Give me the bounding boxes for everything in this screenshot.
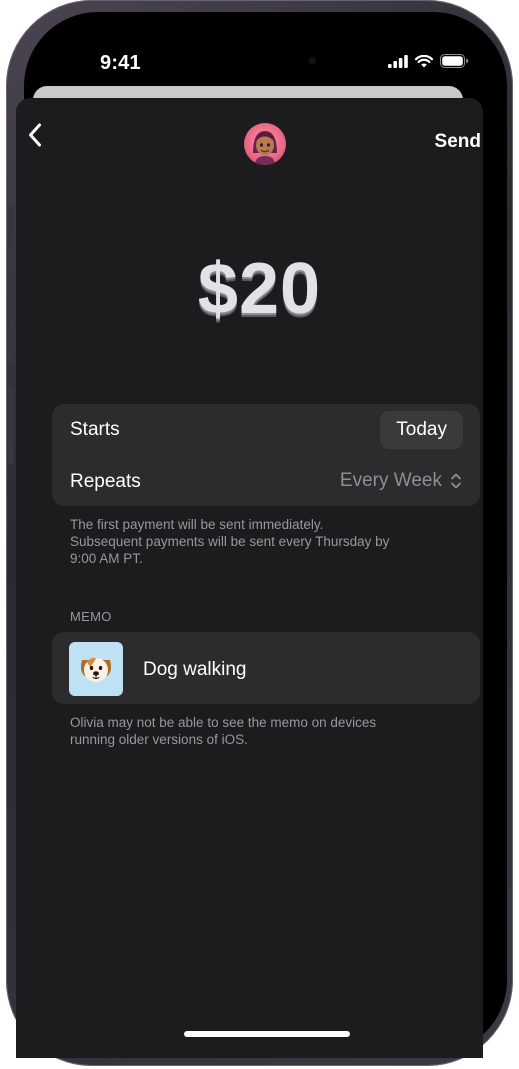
wifi-icon — [415, 54, 433, 67]
payment-sheet — [16, 98, 483, 1058]
repeats-picker[interactable]: Every Week — [340, 470, 462, 492]
camera-dot — [309, 57, 316, 64]
status-bar: 9:41 — [24, 12, 507, 82]
repeats-label: Repeats — [70, 471, 141, 492]
action-button — [8, 205, 14, 247]
schedule-footnote-line: 9:00 AM PT. — [70, 551, 143, 566]
memo-footnote: Olivia may not be able to see the memo o… — [70, 714, 480, 748]
chevron-left-icon — [29, 123, 41, 147]
schedule-card: Starts Today Repeats Every Week — [52, 404, 480, 506]
dog-face-sticker — [81, 657, 111, 682]
memo-text[interactable]: Dog walking — [143, 659, 247, 681]
home-indicator[interactable] — [184, 1031, 350, 1037]
starts-label: Starts — [70, 419, 120, 440]
payment-amount[interactable]: $20 — [0, 248, 519, 330]
dynamic-island — [210, 42, 334, 80]
memoji-avatar — [253, 131, 277, 165]
memo-footnote-line: Olivia may not be able to see the memo o… — [70, 715, 377, 730]
chevron-up-down-icon — [451, 473, 461, 489]
schedule-footnote: The first payment will be sent immediate… — [70, 516, 480, 567]
send-button[interactable]: Send — [435, 131, 481, 153]
back-button[interactable] — [20, 118, 50, 152]
memo-sticker-button[interactable] — [69, 642, 123, 696]
memo-footnote-line: running older versions of iOS. — [70, 732, 248, 747]
memo-field[interactable]: Dog walking — [52, 632, 480, 704]
memo-section-header: MEMO — [70, 609, 112, 624]
battery-icon — [440, 54, 469, 68]
starts-date-button[interactable]: Today — [380, 411, 463, 449]
repeats-value: Every Week — [339, 470, 442, 491]
volume-down-button — [8, 386, 14, 464]
status-time: 9:41 — [100, 52, 141, 74]
schedule-footnote-line: Subsequent payments will be sent every T… — [70, 534, 390, 549]
schedule-footnote-line: The first payment will be sent immediate… — [70, 517, 324, 532]
cellular-signal-icon — [388, 54, 408, 68]
recipient-avatar[interactable] — [244, 123, 286, 165]
status-icons — [388, 54, 469, 68]
